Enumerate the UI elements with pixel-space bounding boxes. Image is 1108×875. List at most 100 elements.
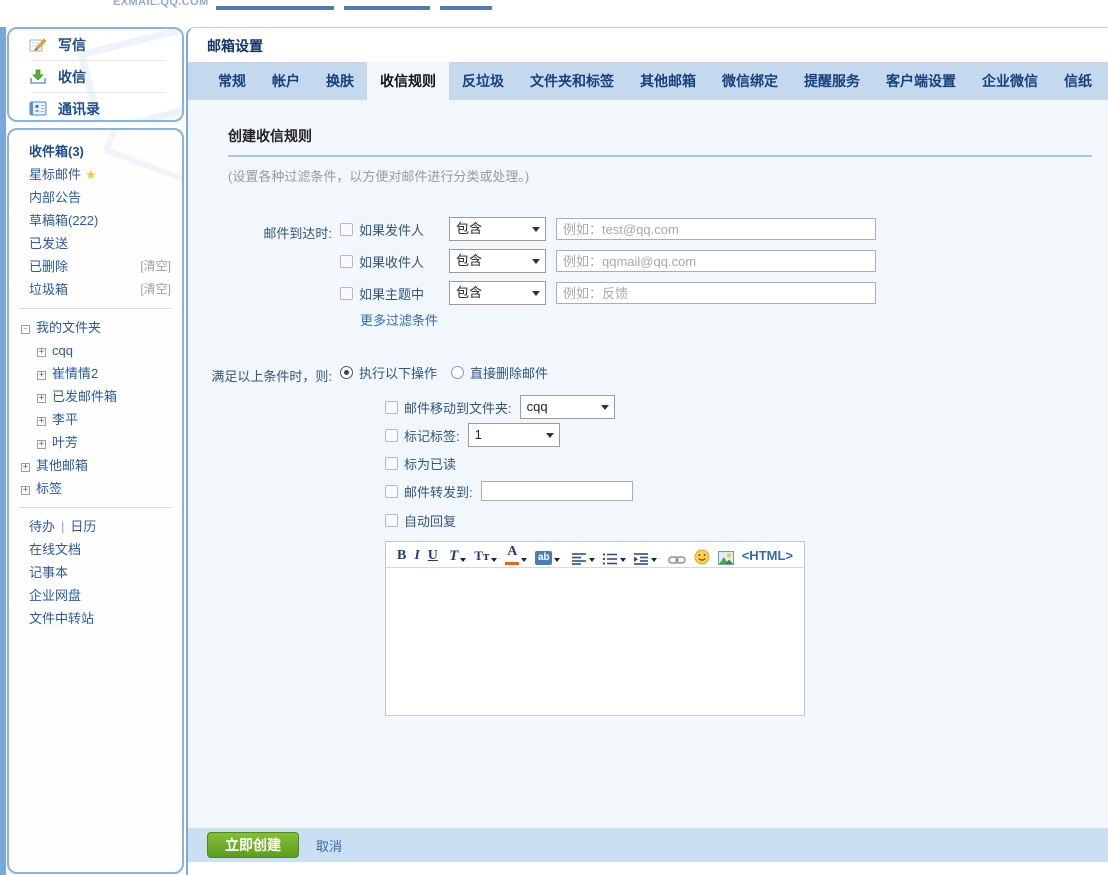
tab-other-mailboxes[interactable]: 其他邮箱	[627, 62, 709, 100]
autoreply-checkbox[interactable]	[385, 514, 398, 527]
empty-spam-link[interactable]: [清空]	[140, 278, 171, 301]
cancel-link[interactable]: 取消	[316, 836, 342, 855]
subject-operator-select[interactable]: 包含	[449, 281, 546, 305]
tab-mail-rules[interactable]: 收信规则	[367, 62, 449, 100]
chevron-down-icon	[620, 558, 626, 562]
chevron-down-icon	[521, 558, 527, 562]
tag-checkbox[interactable]	[385, 429, 398, 442]
sidebar-item-inbox[interactable]: 收件箱(3)	[9, 140, 182, 163]
expand-icon[interactable]: +	[21, 486, 30, 495]
folder-yefang[interactable]: +叶芳	[9, 431, 182, 454]
radio-execute-label: 执行以下操作	[359, 363, 437, 382]
sidebar-item-starred[interactable]: 星标邮件★	[9, 163, 182, 186]
chevron-down-icon	[589, 558, 595, 562]
divider	[19, 308, 172, 309]
app-online-docs[interactable]: 在线文档	[9, 538, 182, 561]
folder-cuiqingqing2[interactable]: +崔情情2	[9, 362, 182, 385]
folder-my-folders[interactable]: -我的文件夹	[9, 316, 182, 339]
compose-mail-button[interactable]: 写信	[9, 29, 182, 60]
radio-delete-mail[interactable]	[451, 366, 464, 379]
expand-icon[interactable]: +	[37, 394, 46, 403]
link-icon[interactable]	[664, 545, 690, 565]
indent-icon[interactable]	[630, 545, 661, 565]
forward-address-input[interactable]	[481, 481, 633, 501]
subject-label: 如果主题中	[359, 284, 437, 303]
tab-client-settings[interactable]: 客户端设置	[873, 62, 969, 100]
section-note: (设置各种过滤条件，以方便对邮件进行分类或处理。)	[228, 166, 529, 185]
subject-input[interactable]	[556, 282, 876, 304]
clipped-header-link-fragment	[440, 6, 492, 10]
app-notes[interactable]: 记事本	[9, 561, 182, 584]
tag-select[interactable]: 1	[468, 423, 560, 447]
tab-wechat-bind[interactable]: 微信绑定	[709, 62, 791, 100]
app-enterprise-netdisk[interactable]: 企业网盘	[9, 584, 182, 607]
clipped-header-link-fragment	[344, 6, 430, 10]
font-size-icon[interactable]: Tт	[470, 545, 501, 565]
expand-icon[interactable]: +	[37, 417, 46, 426]
sidebar-item-drafts[interactable]: 草稿箱(222)	[9, 209, 182, 232]
app-calendar[interactable]: 日历	[70, 519, 96, 534]
sidebar-item-deleted[interactable]: 已删除[清空]	[9, 255, 182, 278]
folder-other-accounts[interactable]: +其他邮箱	[9, 454, 182, 477]
subject-checkbox[interactable]	[340, 287, 353, 300]
folder-cqq[interactable]: +cqq	[9, 339, 182, 362]
folder-liping[interactable]: +李平	[9, 408, 182, 431]
sidebar-item-announcement[interactable]: 内部公告	[9, 186, 182, 209]
bold-icon[interactable]: B	[393, 545, 410, 565]
forward-checkbox[interactable]	[385, 485, 398, 498]
folder-sent-mailbox[interactable]: +已发邮件箱	[9, 385, 182, 408]
list-icon[interactable]	[599, 545, 630, 565]
separator: |	[61, 519, 64, 534]
app-todo[interactable]: 待办	[29, 519, 55, 534]
move-to-folder-select[interactable]: cqq	[520, 395, 615, 419]
recipient-operator-select[interactable]: 包含	[449, 249, 546, 273]
font-family-icon[interactable]: T	[445, 545, 470, 565]
tab-account[interactable]: 帐户	[259, 62, 313, 100]
tab-stationery[interactable]: 信纸	[1051, 62, 1105, 100]
divider	[19, 507, 172, 508]
tab-work-wechat[interactable]: 企业微信	[969, 62, 1051, 100]
highlight-icon[interactable]: ab	[531, 545, 564, 565]
underline-icon[interactable]: U	[424, 545, 442, 565]
autoreply-editor-body[interactable]	[386, 568, 804, 715]
align-icon[interactable]	[568, 545, 599, 565]
receive-mail-button[interactable]: 收信	[9, 61, 182, 92]
folder-tags[interactable]: +标签	[9, 477, 182, 500]
more-filters-link[interactable]: 更多过滤条件	[360, 310, 438, 329]
action-row-move-to-folder: 邮件移动到文件夹: cqq	[385, 395, 615, 419]
expand-icon[interactable]: +	[37, 348, 46, 357]
tab-antispam[interactable]: 反垃圾	[449, 62, 517, 100]
mark-read-checkbox[interactable]	[385, 457, 398, 470]
condition-row-sender: 如果发件人 包含	[340, 217, 876, 241]
chevron-down-icon	[601, 405, 609, 410]
tab-general[interactable]: 常规	[205, 62, 259, 100]
sender-input[interactable]	[556, 218, 876, 240]
italic-icon[interactable]: I	[410, 545, 423, 565]
sender-operator-select[interactable]: 包含	[449, 217, 546, 241]
app-file-transfer[interactable]: 文件中转站	[9, 607, 182, 630]
html-icon[interactable]: <HTML>	[738, 545, 797, 565]
tab-skin[interactable]: 换肤	[313, 62, 367, 100]
radio-execute-actions[interactable]	[340, 366, 353, 379]
recipient-checkbox[interactable]	[340, 255, 353, 268]
emoticon-icon[interactable]	[690, 545, 714, 565]
folders-sidebar: 收件箱(3) 星标邮件★ 内部公告 草稿箱(222) 已发送 已删除[清空] 垃…	[7, 128, 184, 874]
sidebar-item-sent[interactable]: 已发送	[9, 232, 182, 255]
tab-reminder-service[interactable]: 提醒服务	[791, 62, 873, 100]
contacts-button[interactable]: 通讯录	[9, 93, 182, 122]
move-to-folder-label: 邮件移动到文件夹:	[404, 398, 512, 417]
empty-deleted-link[interactable]: [清空]	[140, 255, 171, 278]
forward-label: 邮件转发到:	[404, 482, 473, 501]
sender-checkbox[interactable]	[340, 223, 353, 236]
expand-icon[interactable]: +	[37, 440, 46, 449]
move-to-folder-checkbox[interactable]	[385, 401, 398, 414]
font-color-icon[interactable]: A	[501, 545, 531, 565]
image-icon[interactable]	[714, 545, 738, 565]
expand-icon[interactable]: +	[21, 463, 30, 472]
recipient-input[interactable]	[556, 250, 876, 272]
sidebar-item-spam[interactable]: 垃圾箱[清空]	[9, 278, 182, 301]
create-button[interactable]: 立即创建	[207, 832, 299, 858]
tab-folders-tags[interactable]: 文件夹和标签	[517, 62, 627, 100]
expand-icon[interactable]: +	[37, 371, 46, 380]
collapse-icon[interactable]: -	[21, 325, 30, 334]
